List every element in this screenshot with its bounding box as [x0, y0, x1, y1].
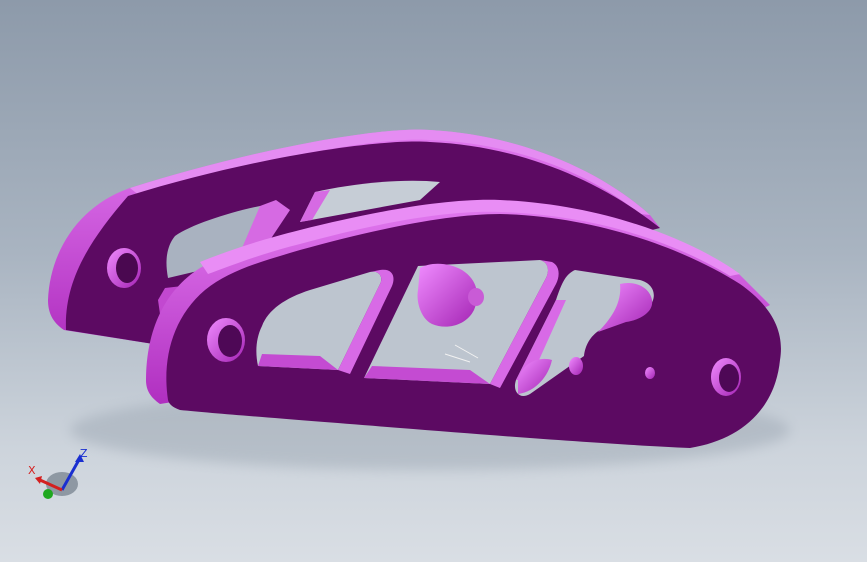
coordinate-triad[interactable]: Z X — [22, 446, 94, 508]
front-plate-window-2-boss-hole — [468, 288, 484, 306]
y-axis-icon — [43, 489, 53, 499]
front-plate-small-hole-2 — [645, 367, 655, 379]
front-plate-hole-left-inner — [218, 325, 242, 357]
z-axis-label: Z — [80, 447, 88, 460]
x-axis-arrow-icon — [35, 476, 42, 484]
graphics-viewport[interactable]: Z X — [0, 0, 867, 562]
front-plate-hole-right-inner — [719, 364, 739, 392]
front-plate-small-hole-1 — [569, 357, 583, 375]
3d-model-view[interactable] — [0, 0, 867, 562]
x-axis-label: X — [28, 464, 36, 477]
back-plate-hole-inner — [116, 253, 138, 283]
